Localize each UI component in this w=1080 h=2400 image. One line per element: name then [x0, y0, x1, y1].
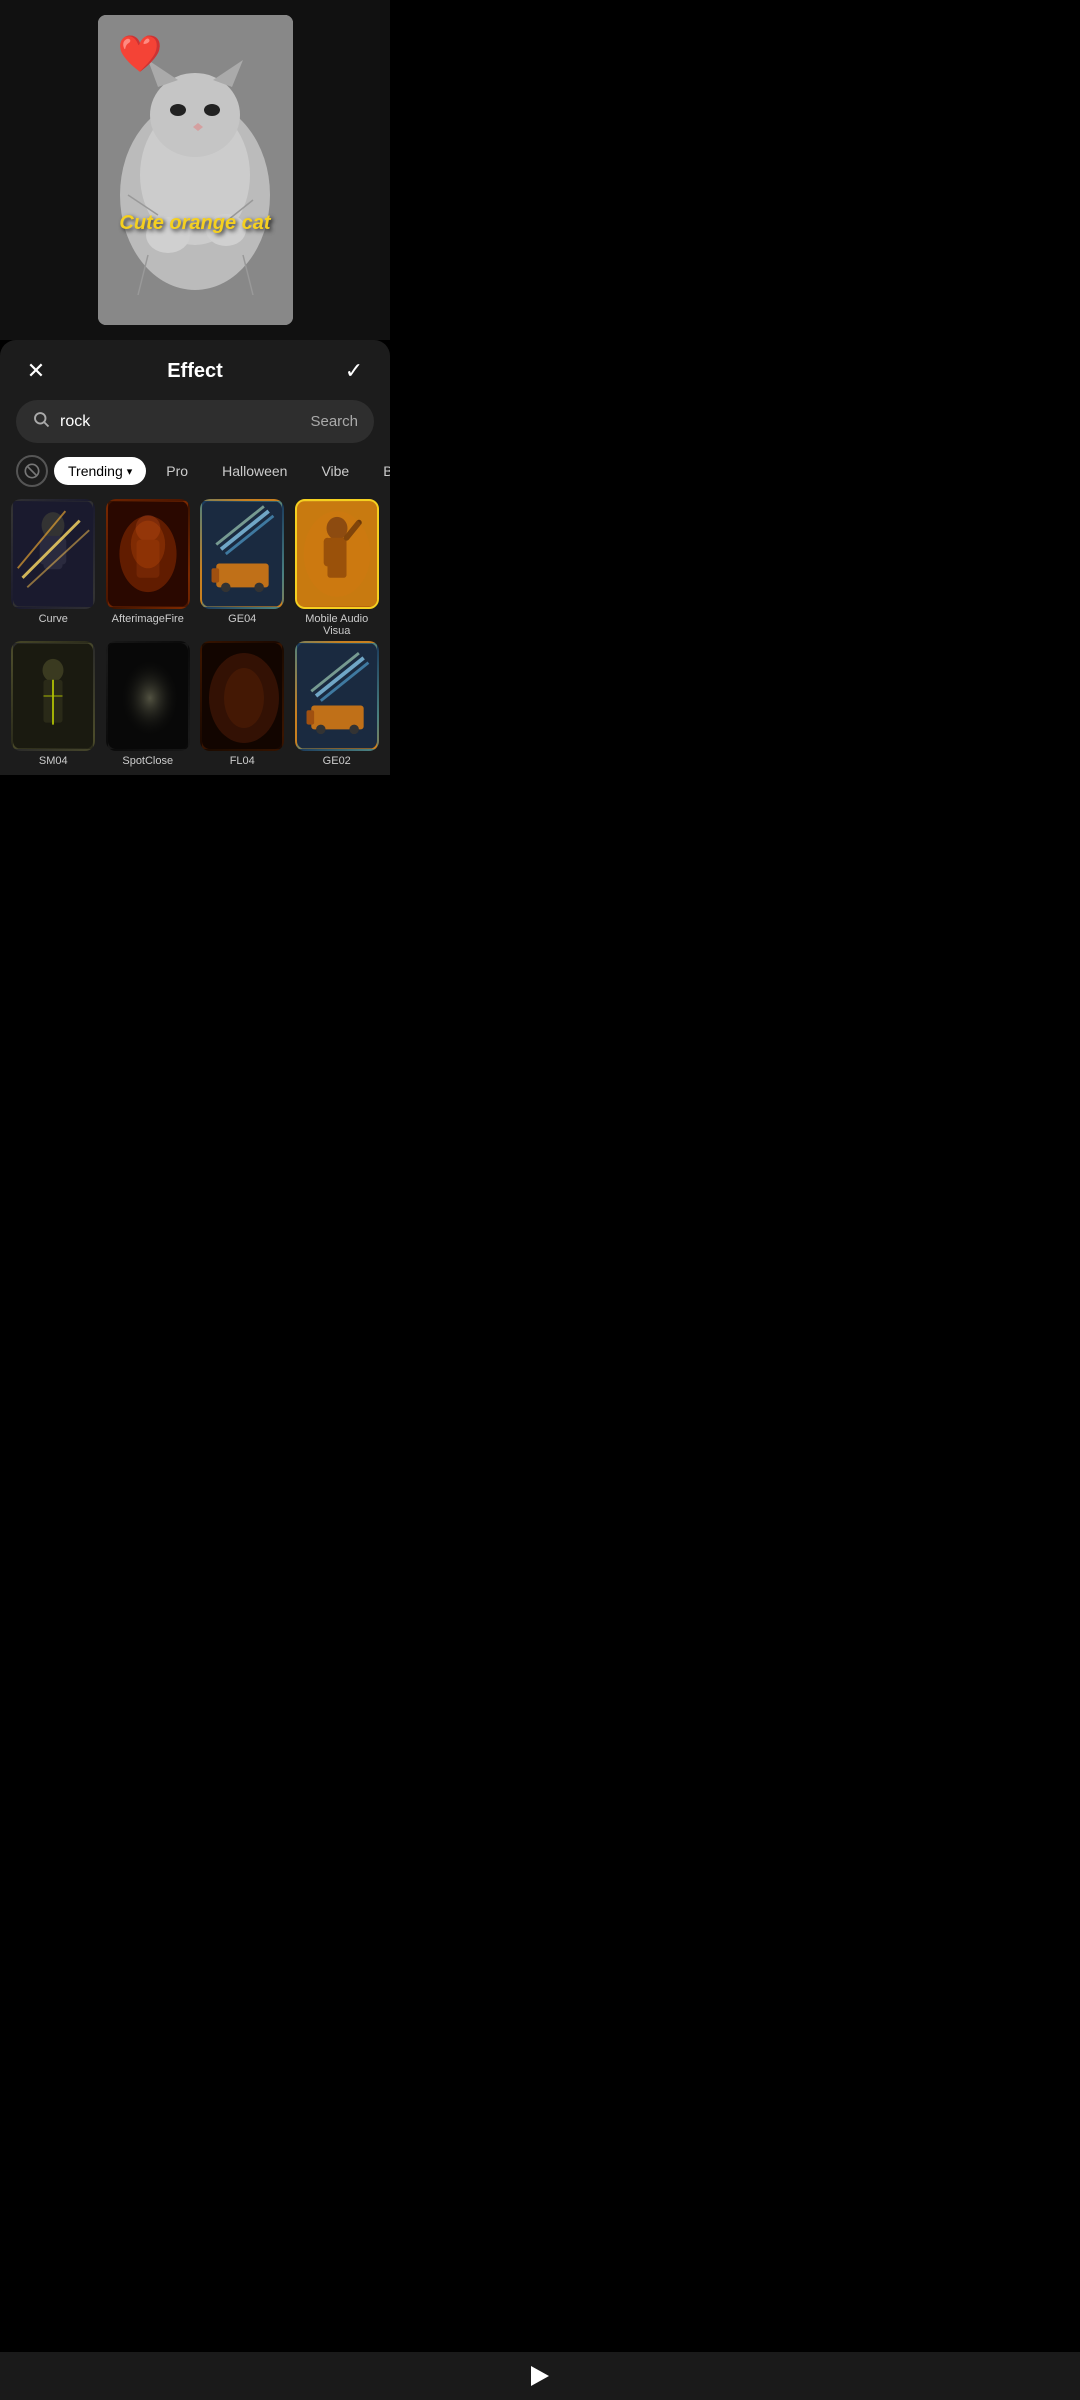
- chevron-down-icon: ▾: [127, 465, 133, 478]
- basic-label: Basic: [383, 463, 390, 479]
- tab-halloween[interactable]: Halloween: [208, 457, 301, 485]
- search-icon: [32, 410, 50, 433]
- effect-item-spotclose[interactable]: SpotClose: [103, 641, 194, 767]
- play-button[interactable]: [531, 2366, 549, 2386]
- halloween-label: Halloween: [222, 463, 287, 479]
- video-preview: ❤️ Cute orange cat: [0, 0, 390, 340]
- effect-label-mobile-audio: Mobile Audio Visua: [292, 613, 383, 637]
- tab-vibe[interactable]: Vibe: [307, 457, 363, 485]
- effect-thumb-ge02: [295, 641, 379, 751]
- effect-label-spotclose: SpotClose: [122, 755, 173, 767]
- playback-bar[interactable]: [0, 2352, 1080, 2400]
- effect-thumb-fl04: [200, 641, 284, 751]
- effect-thumb-ge04: [200, 499, 284, 609]
- cat-text-overlay: Cute orange cat: [119, 212, 270, 235]
- effect-item-fl04[interactable]: FL04: [197, 641, 288, 767]
- effect-thumb-mobile: [295, 499, 379, 609]
- pro-label: Pro: [166, 463, 188, 479]
- tab-pro[interactable]: Pro: [152, 457, 202, 485]
- effect-thumb-spotclose: [106, 641, 190, 751]
- effect-item-curve[interactable]: Curve: [8, 499, 99, 637]
- effect-item-sm04[interactable]: SM04: [8, 641, 99, 767]
- effect-thumb-curve: [11, 499, 95, 609]
- search-input[interactable]: [60, 413, 300, 431]
- effect-label-ge02: GE02: [323, 755, 351, 767]
- search-bar[interactable]: Search: [16, 400, 374, 443]
- trending-label: Trending: [68, 463, 123, 479]
- effect-label-ge04: GE04: [228, 613, 256, 625]
- no-effect-button[interactable]: [16, 455, 48, 487]
- effects-grid: Curve AfterimageFire: [0, 499, 390, 775]
- effect-header: ✕ Effect ✓: [0, 340, 390, 396]
- effect-item-ge02[interactable]: GE02: [292, 641, 383, 767]
- tab-trending[interactable]: Trending ▾: [54, 457, 146, 485]
- category-tabs: Trending ▾ Pro Halloween Vibe Basic Ope.…: [0, 455, 390, 499]
- effect-label-curve: Curve: [39, 613, 68, 625]
- close-button[interactable]: ✕: [20, 358, 52, 384]
- heart-icon: ❤️: [118, 33, 163, 75]
- effect-panel: ✕ Effect ✓ Search Trending ▾ Pro: [0, 340, 390, 775]
- effect-label-afterimage: AfterimageFire: [112, 613, 184, 625]
- vibe-label: Vibe: [321, 463, 349, 479]
- effect-thumb-afterimage: [106, 499, 190, 609]
- tab-basic[interactable]: Basic: [369, 457, 390, 485]
- search-button[interactable]: Search: [310, 413, 358, 430]
- effect-label-sm04: SM04: [39, 755, 68, 767]
- effect-label-fl04: FL04: [230, 755, 255, 767]
- cat-thumbnail: ❤️ Cute orange cat: [98, 15, 293, 325]
- panel-title: Effect: [167, 360, 223, 383]
- effect-thumb-sm04: [11, 641, 95, 751]
- effect-item-afterimage-fire[interactable]: AfterimageFire: [103, 499, 194, 637]
- confirm-button[interactable]: ✓: [338, 358, 370, 384]
- effect-item-mobile-audio[interactable]: Mobile Audio Visua: [292, 499, 383, 637]
- effect-item-ge04[interactable]: GE04: [197, 499, 288, 637]
